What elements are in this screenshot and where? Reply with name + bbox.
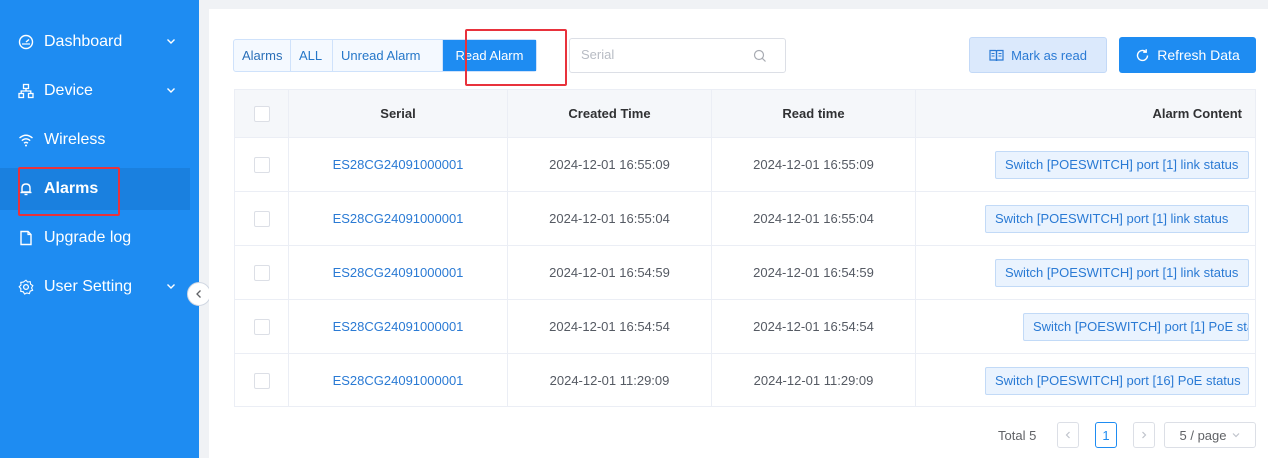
read-time: 2024-12-01 16:55:09: [712, 138, 916, 191]
refresh-data-button[interactable]: Refresh Data: [1119, 37, 1256, 73]
sidebar-item-label: Wireless: [44, 131, 106, 148]
page-number-button[interactable]: 1: [1095, 422, 1117, 448]
chevron-right-icon: [1142, 431, 1147, 439]
serial-link[interactable]: ES28CG24091000001: [289, 354, 508, 406]
tab-alarms[interactable]: Alarms: [234, 40, 291, 71]
document-icon: [18, 230, 34, 246]
alarm-content-cell: Switch [POESWITCH] port [1] link status: [916, 246, 1255, 299]
alarm-content-tag[interactable]: Switch [POESWITCH] port [1] link status: [985, 204, 1249, 233]
read-time: 2024-12-01 16:55:04: [712, 192, 916, 245]
chevron-down-icon: [164, 34, 178, 48]
mark-as-read-button[interactable]: Mark as read: [969, 37, 1107, 73]
sidebar-item-upgrade-log[interactable]: Upgrade log: [0, 217, 190, 259]
created-time: 2024-12-01 16:54:59: [508, 246, 712, 299]
read-time: 2024-12-01 16:54:54: [712, 300, 916, 353]
sidebar-item-wireless[interactable]: Wireless: [0, 119, 190, 161]
alarm-content-tag[interactable]: Switch [POESWITCH] port [16] PoE status: [985, 366, 1249, 395]
sidebar: Dashboard Device Wireless Alarms Upgrade…: [0, 0, 199, 458]
sidebar-item-device[interactable]: Device: [0, 70, 190, 112]
alarm-content-tag[interactable]: Switch [POESWITCH] port [1] link status: [995, 150, 1249, 179]
header-serial: Serial: [289, 90, 508, 137]
table-row: ES28CG24091000001 2024-12-01 16:55:09 20…: [235, 138, 1255, 192]
chevron-left-icon: [196, 290, 201, 298]
header-read-time: Read time: [712, 90, 916, 137]
refresh-data-label: Refresh Data: [1157, 47, 1240, 63]
alarm-content-cell: Switch [POESWITCH] port [16] PoE status: [916, 354, 1255, 406]
tab-all[interactable]: ALL: [291, 40, 333, 71]
chevron-down-icon: [164, 279, 178, 293]
serial-search-field[interactable]: [569, 38, 786, 73]
header-created-time: Created Time: [508, 90, 712, 137]
header-checkbox-cell: [235, 90, 289, 137]
table-row: ES28CG24091000001 2024-12-01 16:54:59 20…: [235, 246, 1255, 300]
serial-link[interactable]: ES28CG24091000001: [289, 192, 508, 245]
row-checkbox[interactable]: [253, 210, 270, 227]
search-input[interactable]: [581, 47, 741, 62]
created-time: 2024-12-01 16:55:04: [508, 192, 712, 245]
serial-link[interactable]: ES28CG24091000001: [289, 246, 508, 299]
created-time: 2024-12-01 16:54:54: [508, 300, 712, 353]
book-icon: [989, 49, 1004, 61]
alarm-content-tag[interactable]: Switch [POESWITCH] port [1] link status: [995, 258, 1249, 287]
alarm-table: Serial Created Time Read time Alarm Cont…: [234, 89, 1256, 407]
search-icon[interactable]: [753, 49, 767, 63]
serial-link[interactable]: ES28CG24091000001: [289, 300, 508, 353]
page-size-select[interactable]: 5 / page: [1164, 422, 1256, 448]
sidebar-item-dashboard[interactable]: Dashboard: [0, 21, 190, 63]
sidebar-item-label: Dashboard: [44, 33, 123, 50]
page-size-label: 5 / page: [1179, 427, 1227, 443]
alarm-content-cell: Switch [POESWITCH] port [1] PoE status: [916, 300, 1255, 353]
dashboard-icon: [18, 34, 34, 50]
tab-unread-alarm[interactable]: Unread Alarm: [333, 40, 443, 71]
row-checkbox[interactable]: [253, 156, 270, 173]
created-time: 2024-12-01 11:29:09: [508, 354, 712, 406]
alarm-content-cell: Switch [POESWITCH] port [1] link status: [916, 138, 1255, 191]
select-all-checkbox[interactable]: [253, 105, 270, 122]
row-checkbox-cell: [235, 300, 289, 353]
header-alarm-content: Alarm Content: [1152, 106, 1242, 121]
chevron-left-icon: [1065, 431, 1070, 439]
sidebar-item-label: Device: [44, 82, 93, 99]
highlight-box-read-alarm: [465, 29, 567, 86]
app-root: Dashboard Device Wireless Alarms Upgrade…: [0, 0, 1268, 458]
table-header-row: Serial Created Time Read time Alarm Cont…: [235, 90, 1255, 138]
table-row: ES28CG24091000001 2024-12-01 11:29:09 20…: [235, 354, 1255, 406]
row-checkbox-cell: [235, 246, 289, 299]
collapse-sidebar-button[interactable]: [187, 282, 211, 306]
row-checkbox-cell: [235, 138, 289, 191]
row-checkbox[interactable]: [253, 318, 270, 335]
table-row: ES28CG24091000001 2024-12-01 16:54:54 20…: [235, 300, 1255, 354]
row-checkbox[interactable]: [253, 264, 270, 281]
row-checkbox-cell: [235, 354, 289, 406]
sidebar-item-user-setting[interactable]: User Setting: [0, 266, 190, 308]
row-checkbox[interactable]: [253, 372, 270, 389]
mark-as-read-label: Mark as read: [1011, 47, 1087, 63]
sidebar-item-label: Upgrade log: [44, 229, 132, 246]
device-icon: [18, 83, 34, 99]
alarm-content-tag[interactable]: Switch [POESWITCH] port [1] PoE status: [1023, 312, 1249, 341]
read-time: 2024-12-01 11:29:09: [712, 354, 916, 406]
prev-page-button[interactable]: [1057, 422, 1079, 448]
wifi-icon: [18, 132, 34, 148]
row-checkbox-cell: [235, 192, 289, 245]
sidebar-item-label: User Setting: [44, 278, 133, 295]
pagination-total: Total 5: [998, 428, 1037, 443]
chevron-down-icon: [1232, 433, 1239, 438]
created-time: 2024-12-01 16:55:09: [508, 138, 712, 191]
read-time: 2024-12-01 16:54:59: [712, 246, 916, 299]
alarm-content-cell: Switch [POESWITCH] port [1] link status: [916, 192, 1255, 245]
chevron-down-icon: [164, 83, 178, 97]
next-page-button[interactable]: [1133, 422, 1155, 448]
table-row: ES28CG24091000001 2024-12-01 16:55:04 20…: [235, 192, 1255, 246]
gear-icon: [18, 279, 34, 295]
refresh-icon: [1137, 48, 1149, 61]
highlight-box-alarms: [18, 167, 120, 216]
serial-link[interactable]: ES28CG24091000001: [289, 138, 508, 191]
